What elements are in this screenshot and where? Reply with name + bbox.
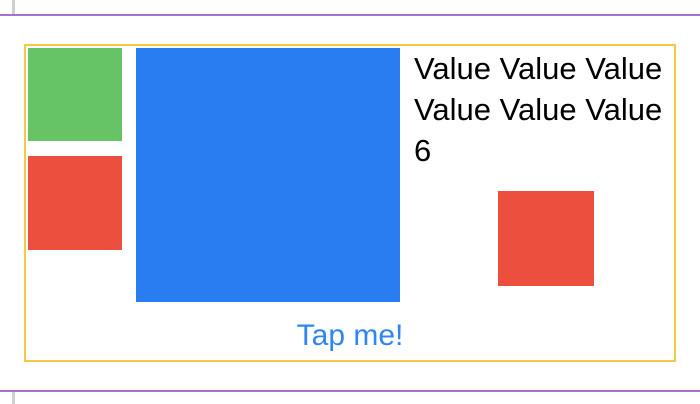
value-text: Value Value Value Value Value Value 6 bbox=[414, 51, 663, 168]
tap-me-button[interactable]: Tap me! bbox=[26, 316, 674, 356]
screen: Value Value Value Value Value Value 6 Ta… bbox=[0, 0, 700, 404]
edge-marker-top bbox=[12, 0, 15, 14]
top-divider bbox=[0, 14, 700, 16]
blue-rectangle bbox=[136, 48, 400, 302]
red-square-right bbox=[498, 191, 594, 286]
red-square-left bbox=[28, 156, 122, 250]
edge-marker-bottom bbox=[12, 392, 15, 404]
content-frame: Value Value Value Value Value Value 6 Ta… bbox=[24, 44, 676, 362]
bottom-divider bbox=[0, 390, 700, 392]
green-square bbox=[28, 48, 122, 141]
